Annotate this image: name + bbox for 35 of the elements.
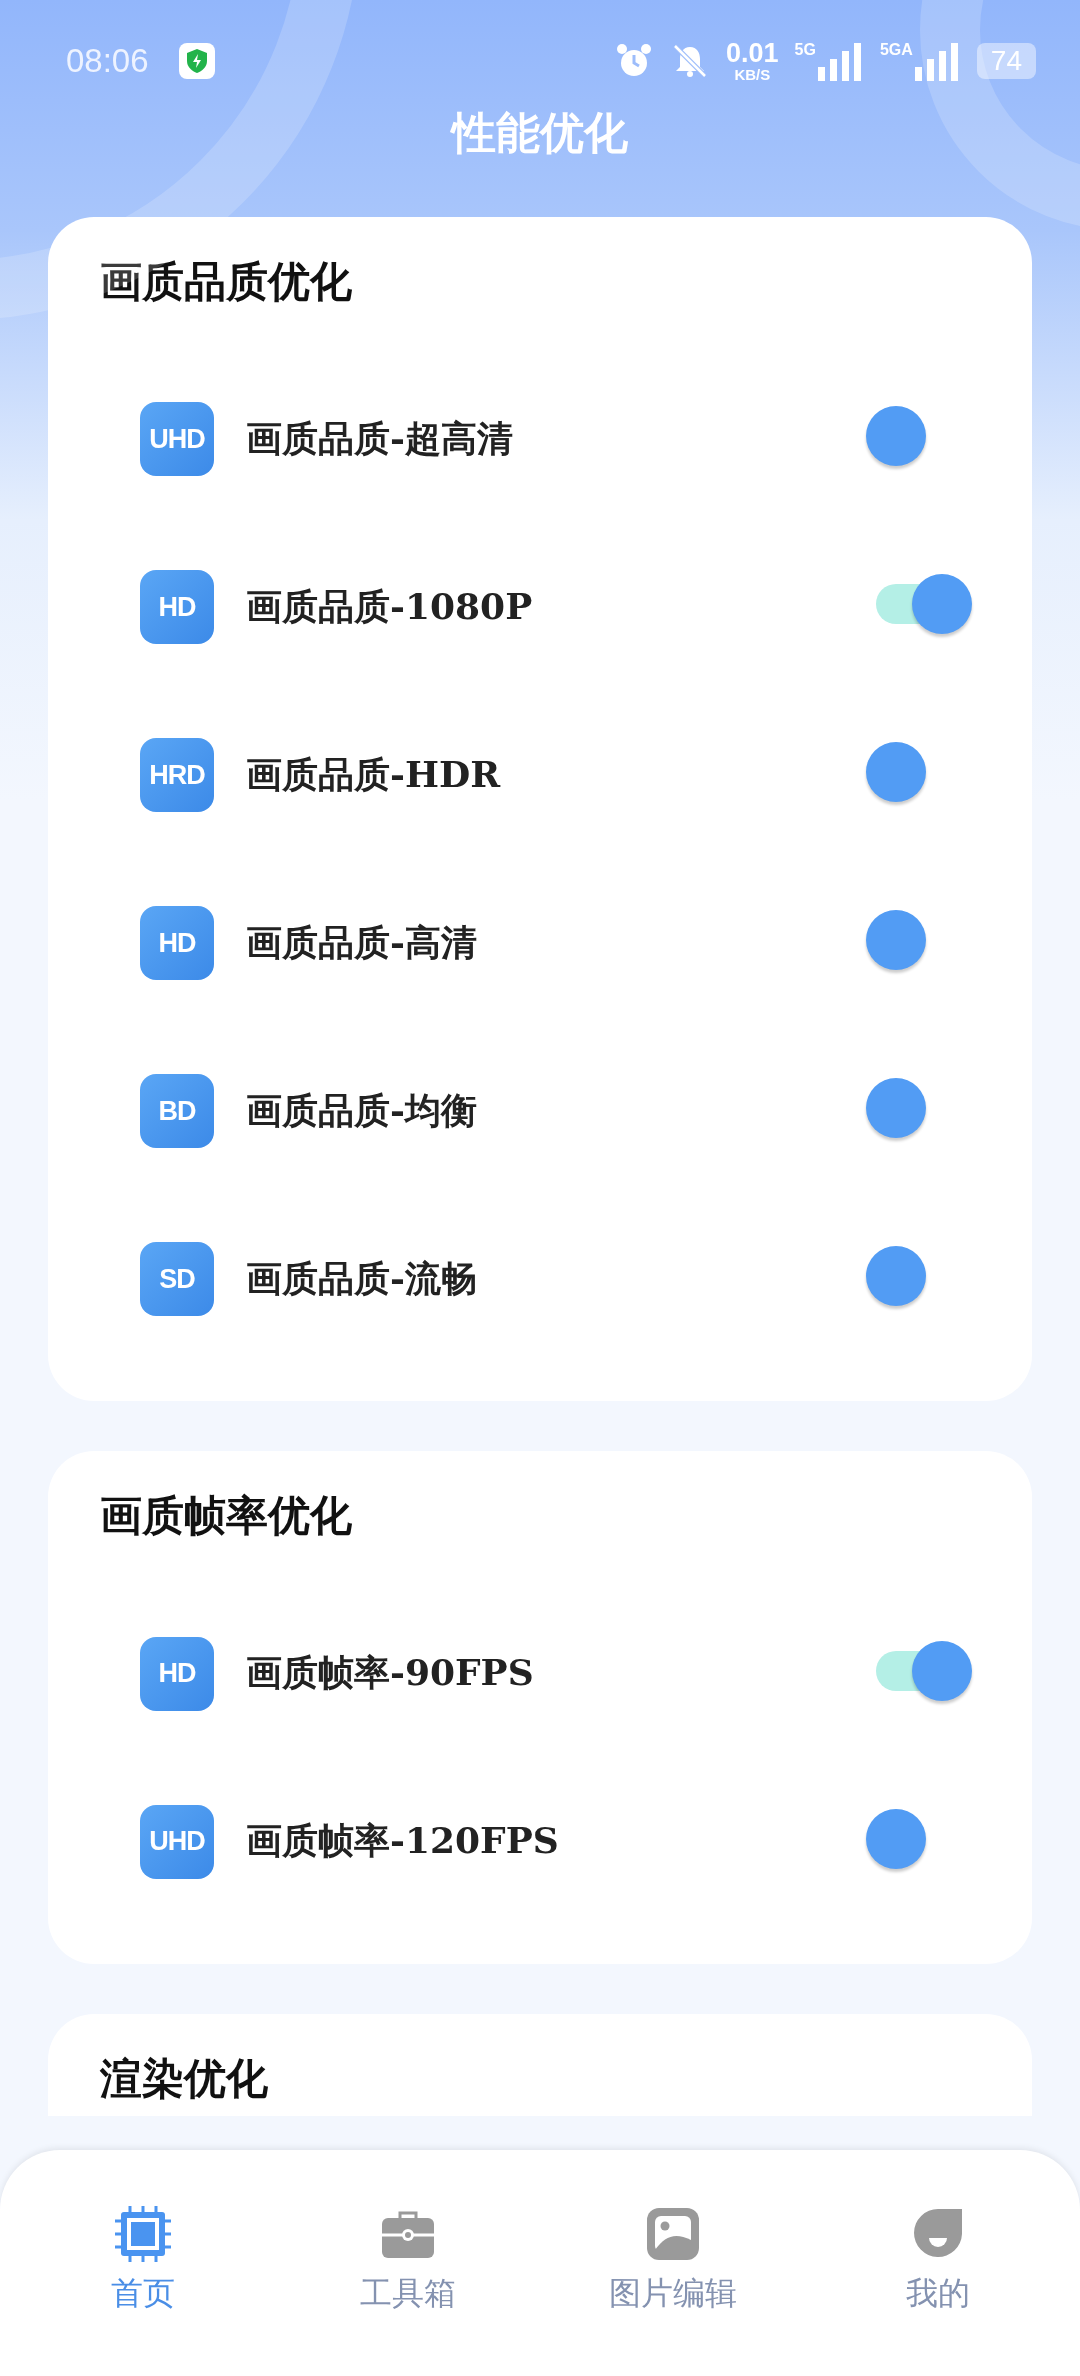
quality-badge-icon: BD bbox=[140, 1074, 214, 1149]
signal-icon bbox=[914, 41, 961, 81]
section-title: 画质帧率优化 bbox=[99, 1491, 353, 1542]
option-label: 画质品质-1080P bbox=[246, 583, 534, 629]
nav-tab[interactable]: 首页 bbox=[110, 2272, 175, 2316]
chip-icon bbox=[114, 2206, 171, 2262]
quality-badge-icon: UHD bbox=[140, 402, 214, 477]
quality-badge-icon: SD bbox=[140, 1242, 214, 1317]
status-time: 08:06 bbox=[66, 42, 149, 80]
section-title: 画质品质优化 bbox=[99, 257, 353, 308]
section-title: 渲染优化 bbox=[99, 2053, 269, 2105]
quality-badge-icon: HRD bbox=[140, 738, 214, 813]
option-label: 画质品质-高清 bbox=[246, 919, 478, 965]
option-label: 画质帧率-120FPS bbox=[246, 1818, 560, 1864]
nav-tab[interactable]: 工具箱 bbox=[359, 2272, 456, 2316]
shield-icon bbox=[178, 43, 215, 79]
option-label: 画质帧率-90FPS bbox=[246, 1650, 535, 1696]
signal-icon bbox=[817, 41, 864, 81]
battery-level: 74 bbox=[976, 43, 1036, 79]
page-title: 性能优化 bbox=[452, 106, 628, 160]
nav-tab[interactable]: 我的 bbox=[905, 2272, 970, 2316]
nav-tab[interactable]: 图片编辑 bbox=[608, 2272, 737, 2316]
quality-badge-icon: HD bbox=[140, 906, 214, 981]
option-label: 画质品质-均衡 bbox=[246, 1087, 478, 1133]
option-label: 画质品质-流畅 bbox=[246, 1255, 478, 1301]
option-label: 画质品质-HDR bbox=[246, 751, 502, 797]
quality-badge-icon: HD bbox=[140, 1636, 214, 1711]
network-speed: 0.01 bbox=[726, 40, 779, 67]
speed-unit: KB/S bbox=[734, 67, 771, 82]
option-label: 画质品质-超高清 bbox=[246, 415, 514, 461]
network-type: 5G bbox=[794, 41, 816, 59]
quality-badge-icon: HD bbox=[140, 570, 214, 645]
network-type: 5GA bbox=[879, 41, 913, 59]
quality-badge-icon: UHD bbox=[140, 1804, 214, 1879]
image-icon bbox=[644, 2206, 701, 2262]
